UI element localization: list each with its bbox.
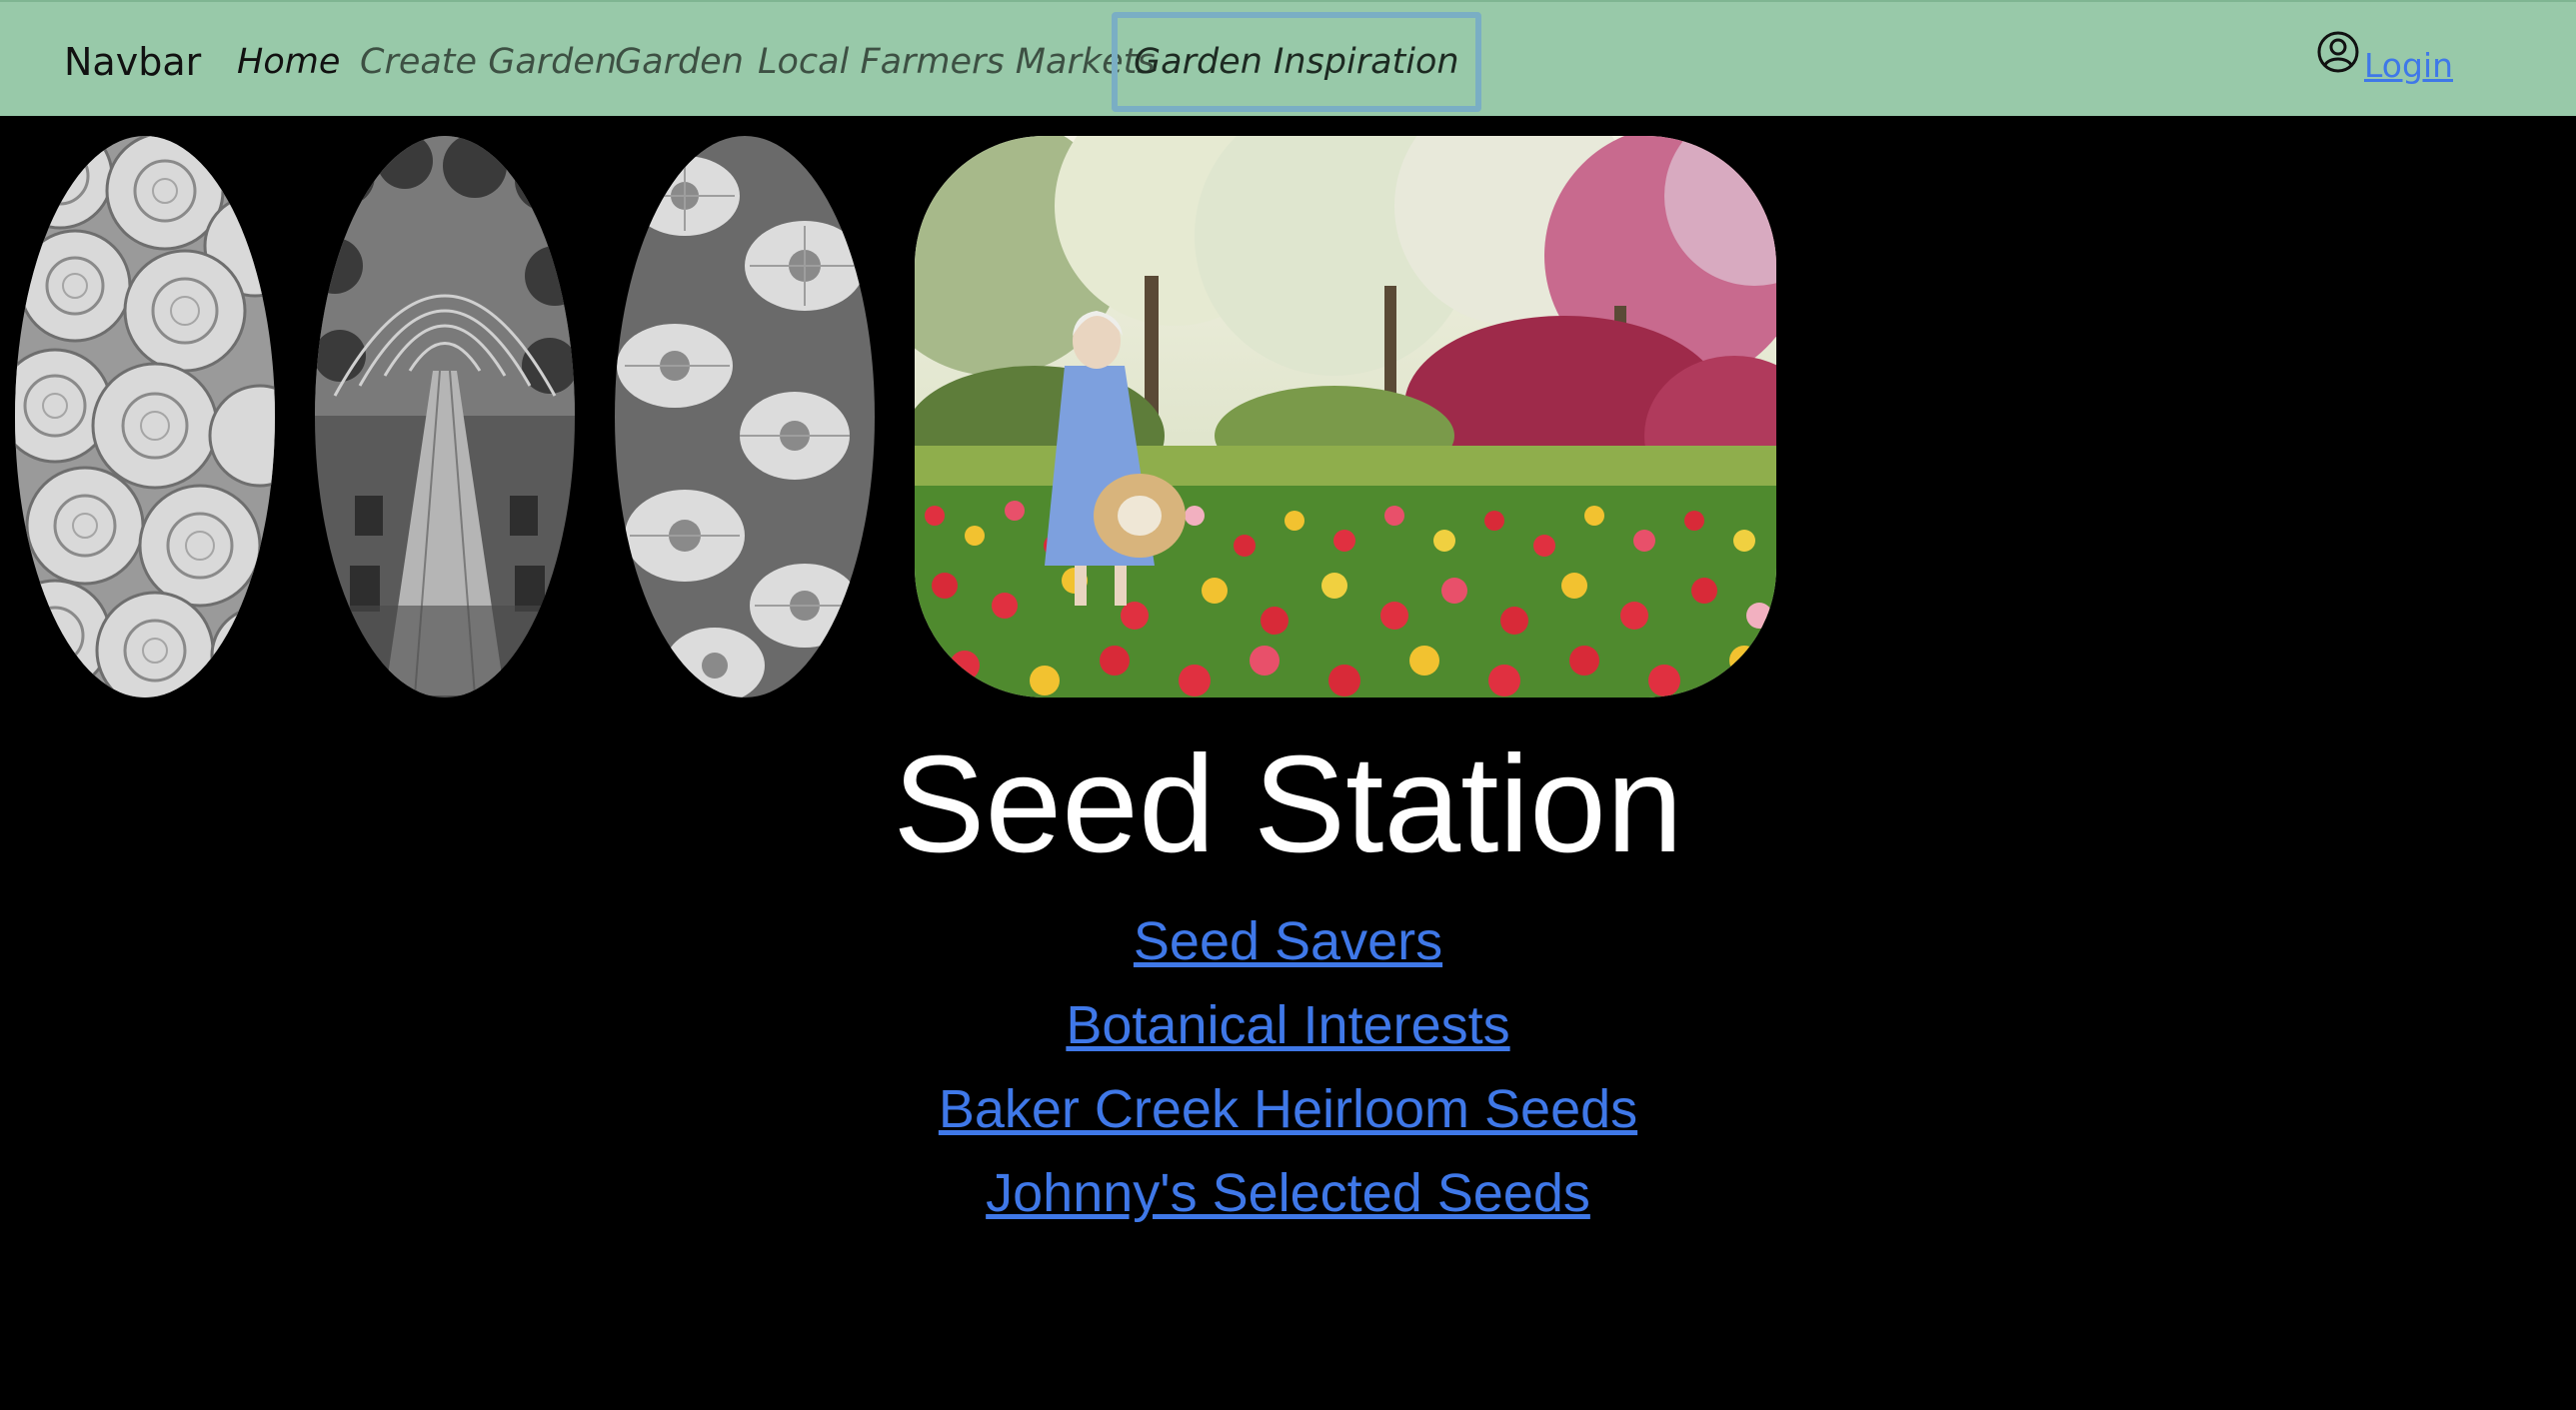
- nav-link-garden[interactable]: Garden: [615, 38, 744, 86]
- nav-link-home[interactable]: Home: [237, 38, 340, 86]
- page-title: Seed Station: [893, 727, 1683, 881]
- seed-link-seed-savers[interactable]: Seed Savers: [1134, 899, 1442, 983]
- seed-links-list: Seed Savers Botanical Interests Baker Cr…: [0, 899, 2576, 1235]
- garden-arbor-table-photo: [315, 136, 575, 698]
- navbar-brand[interactable]: Navbar: [64, 38, 201, 86]
- seed-link-botanical-interests[interactable]: Botanical Interests: [1066, 983, 1509, 1067]
- user-circle-icon: [2317, 31, 2359, 73]
- navbar: Navbar Home Create Garden Garden Local F…: [0, 0, 2576, 116]
- seed-link-johnnys-selected-seeds[interactable]: Johnny's Selected Seeds: [986, 1151, 1590, 1235]
- nav-link-create-garden[interactable]: Create Garden: [360, 38, 617, 86]
- login-link[interactable]: Login: [2364, 44, 2453, 88]
- tulip-field-woman-photo: [915, 136, 1776, 698]
- daisies-photo: [615, 136, 875, 698]
- roses-photo: [15, 136, 275, 698]
- nav-link-garden-inspiration[interactable]: Garden Inspiration: [1112, 12, 1481, 112]
- nav-link-local-farmers-markets[interactable]: Local Farmers Markets: [758, 38, 1156, 86]
- seed-link-baker-creek-heirloom-seeds[interactable]: Baker Creek Heirloom Seeds: [939, 1067, 1637, 1151]
